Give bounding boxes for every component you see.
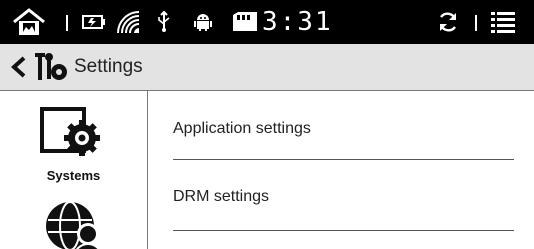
app-header: Settings xyxy=(0,44,534,91)
refresh-icon[interactable] xyxy=(434,0,462,44)
usb-icon xyxy=(154,0,174,44)
menu-icon[interactable] xyxy=(487,0,519,44)
page-title: Settings xyxy=(74,56,143,77)
battery-icon xyxy=(80,0,108,44)
menu-item-application-settings[interactable]: Application settings xyxy=(173,120,311,138)
divider xyxy=(173,159,514,160)
system-settings-icon[interactable] xyxy=(40,107,106,159)
sidebar: Systems xyxy=(0,91,148,249)
android-icon xyxy=(192,0,214,44)
settings-tools-icon xyxy=(34,52,70,82)
home-icon[interactable] xyxy=(9,0,49,44)
status-separator xyxy=(66,15,68,31)
status-clock: 3:31 xyxy=(262,7,333,37)
network-users-icon[interactable] xyxy=(44,198,106,249)
divider xyxy=(173,230,514,231)
sidebar-item-systems[interactable]: Systems xyxy=(0,168,147,183)
wifi-icon xyxy=(114,0,142,44)
status-separator xyxy=(475,15,477,31)
back-icon[interactable] xyxy=(8,55,30,79)
menu-item-drm-settings[interactable]: DRM settings xyxy=(173,188,269,206)
sd-card-icon xyxy=(231,0,259,44)
status-bar: 3:31 xyxy=(0,0,534,44)
